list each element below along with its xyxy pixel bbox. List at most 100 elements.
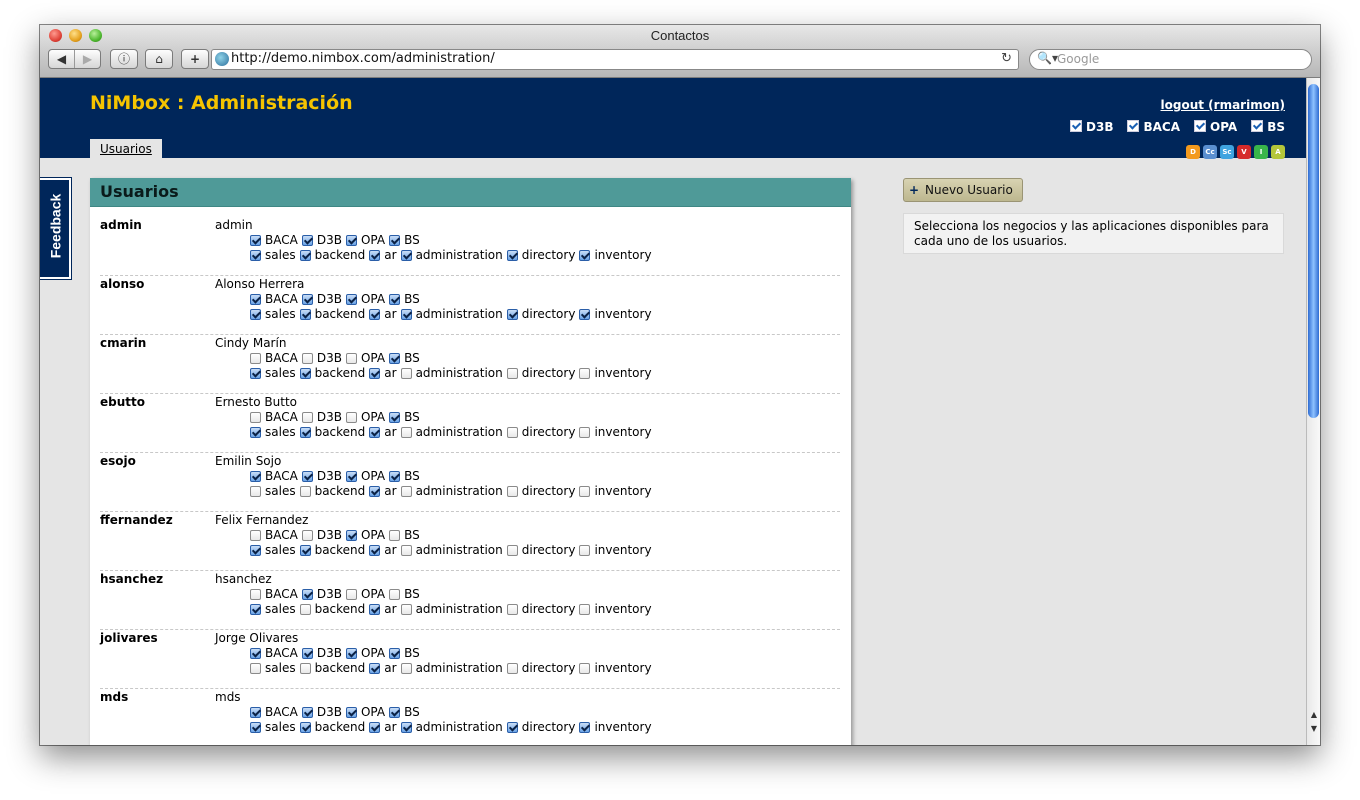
app-checkbox[interactable] <box>400 663 412 674</box>
business-checkbox[interactable] <box>345 707 357 718</box>
app-checkbox[interactable] <box>400 427 412 438</box>
app-checkbox[interactable] <box>250 250 261 261</box>
app-checkbox[interactable] <box>299 604 311 615</box>
app-checkbox[interactable] <box>506 663 518 674</box>
business-checkbox[interactable] <box>301 412 313 423</box>
business-checkbox[interactable] <box>389 353 401 364</box>
business-checkbox[interactable] <box>250 707 261 718</box>
business-checkbox[interactable] <box>250 294 261 305</box>
app-checkbox[interactable] <box>506 722 518 733</box>
app-checkbox[interactable] <box>299 545 311 556</box>
app-checkbox[interactable] <box>250 663 261 674</box>
business-checkbox[interactable] <box>345 471 357 482</box>
business-checkbox[interactable] <box>301 530 313 541</box>
app-checkbox[interactable] <box>250 427 261 438</box>
vertical-scrollbar[interactable]: ▲ ▼ <box>1306 78 1320 745</box>
app-checkbox[interactable] <box>250 604 261 615</box>
app-checkbox[interactable] <box>250 486 261 497</box>
business-checkbox[interactable] <box>250 353 261 364</box>
business-checkbox[interactable] <box>250 648 261 659</box>
app-checkbox[interactable] <box>299 250 311 261</box>
search-icon[interactable]: 🔍▾ <box>1037 51 1058 65</box>
app-checkbox[interactable] <box>579 309 591 320</box>
page-info-button[interactable]: ⓘ <box>110 49 138 69</box>
app-checkbox[interactable] <box>299 309 311 320</box>
app-checkbox[interactable] <box>506 427 518 438</box>
app-checkbox[interactable] <box>250 309 261 320</box>
business-checkbox[interactable] <box>345 530 357 541</box>
app-checkbox[interactable] <box>579 604 591 615</box>
new-user-button[interactable]: + Nuevo Usuario <box>903 178 1023 202</box>
app-checkbox[interactable] <box>369 368 381 379</box>
business-checkbox[interactable] <box>389 235 401 246</box>
app-checkbox[interactable] <box>579 427 591 438</box>
app-checkbox[interactable] <box>579 663 591 674</box>
business-checkbox[interactable] <box>250 412 261 423</box>
app-checkbox[interactable] <box>579 722 591 733</box>
business-toggle[interactable]: OPA <box>1194 120 1237 134</box>
app-checkbox[interactable] <box>579 486 591 497</box>
app-checkbox[interactable] <box>250 545 261 556</box>
app-checkbox[interactable] <box>250 368 261 379</box>
feedback-tab[interactable]: Feedback <box>40 178 71 279</box>
business-checkbox[interactable] <box>250 471 261 482</box>
business-checkbox[interactable] <box>345 412 357 423</box>
app-checkbox[interactable] <box>369 663 381 674</box>
app-checkbox[interactable] <box>369 545 381 556</box>
logout-link[interactable]: logout (rmarimon) <box>1161 98 1285 112</box>
business-toggle[interactable]: BACA <box>1127 120 1180 134</box>
app-checkbox[interactable] <box>369 486 381 497</box>
app-icon[interactable]: A <box>1271 145 1285 159</box>
app-checkbox[interactable] <box>579 545 591 556</box>
business-checkbox[interactable] <box>345 648 357 659</box>
app-checkbox[interactable] <box>400 250 412 261</box>
app-icon[interactable]: Cc <box>1203 145 1217 159</box>
app-checkbox[interactable] <box>506 250 518 261</box>
scroll-down-icon[interactable]: ▼ <box>1307 722 1320 736</box>
business-toggle[interactable]: BS <box>1251 120 1285 134</box>
business-checkbox[interactable] <box>301 294 313 305</box>
app-checkbox[interactable] <box>506 604 518 615</box>
app-checkbox[interactable] <box>369 604 381 615</box>
app-checkbox[interactable] <box>299 663 311 674</box>
reload-icon[interactable]: ↻ <box>1001 51 1012 66</box>
app-icon[interactable]: Sc <box>1220 145 1234 159</box>
app-checkbox[interactable] <box>299 368 311 379</box>
app-checkbox[interactable] <box>506 545 518 556</box>
url-text[interactable]: http://demo.nimbox.com/administration/ <box>231 51 495 66</box>
app-checkbox[interactable] <box>506 309 518 320</box>
business-checkbox[interactable] <box>389 707 401 718</box>
app-icon[interactable]: V <box>1237 145 1251 159</box>
home-button[interactable]: ⌂ <box>145 49 173 69</box>
app-checkbox[interactable] <box>369 309 381 320</box>
app-checkbox[interactable] <box>400 368 412 379</box>
business-checkbox[interactable] <box>345 235 357 246</box>
business-checkbox[interactable] <box>301 589 313 600</box>
business-checkbox[interactable] <box>250 589 261 600</box>
business-checkbox[interactable] <box>389 648 401 659</box>
app-checkbox[interactable] <box>400 486 412 497</box>
app-checkbox[interactable] <box>400 722 412 733</box>
app-checkbox[interactable] <box>369 427 381 438</box>
app-checkbox[interactable] <box>579 250 591 261</box>
app-checkbox[interactable] <box>299 486 311 497</box>
scrollbar-thumb[interactable] <box>1308 84 1319 418</box>
business-checkbox[interactable] <box>345 294 357 305</box>
business-checkbox[interactable] <box>345 353 357 364</box>
app-checkbox[interactable] <box>400 309 412 320</box>
app-checkbox[interactable] <box>369 722 381 733</box>
business-checkbox[interactable] <box>301 235 313 246</box>
app-checkbox[interactable] <box>506 368 518 379</box>
business-checkbox[interactable] <box>301 353 313 364</box>
business-checkbox[interactable] <box>389 294 401 305</box>
tab-usuarios[interactable]: Usuarios <box>90 139 162 158</box>
app-checkbox[interactable] <box>579 368 591 379</box>
scroll-up-icon[interactable]: ▲ <box>1307 708 1320 722</box>
app-checkbox[interactable] <box>299 427 311 438</box>
business-checkbox[interactable] <box>250 235 261 246</box>
add-bookmark-button[interactable]: + <box>181 49 209 69</box>
business-checkbox[interactable] <box>389 530 401 541</box>
back-icon[interactable]: ◀ <box>49 50 74 68</box>
forward-icon[interactable]: ▶ <box>74 50 100 68</box>
business-checkbox[interactable] <box>250 530 261 541</box>
